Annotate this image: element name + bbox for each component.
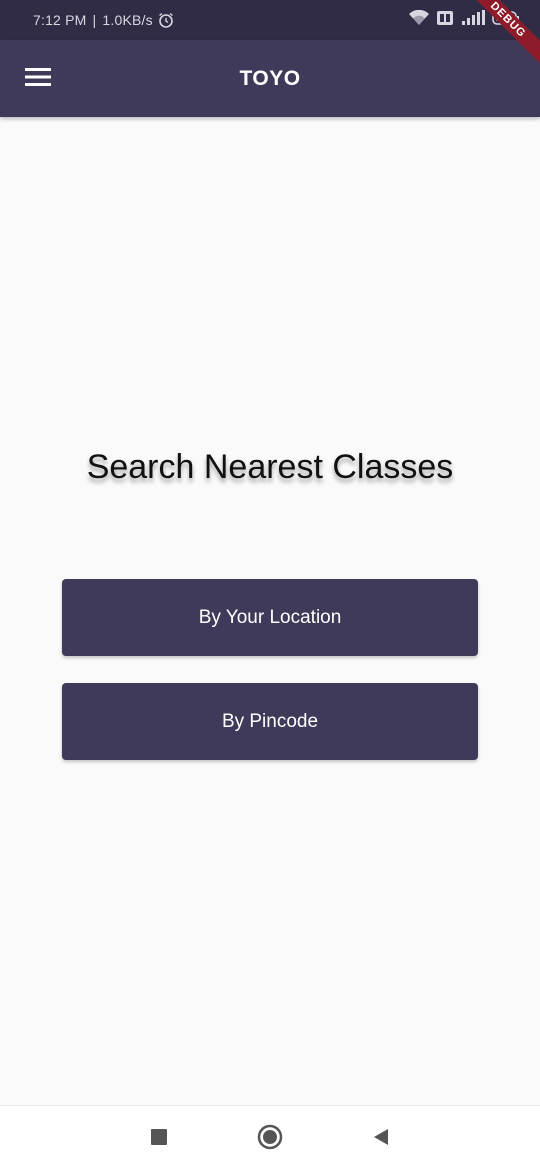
by-pincode-button[interactable]: By Pincode bbox=[62, 683, 478, 760]
recents-square-icon bbox=[150, 1128, 168, 1151]
recents-button[interactable] bbox=[146, 1126, 172, 1152]
back-button[interactable] bbox=[368, 1126, 394, 1152]
by-location-button[interactable]: By Your Location bbox=[62, 579, 478, 656]
status-time: 7:12 PM bbox=[33, 12, 87, 28]
vo-lte-icon bbox=[436, 10, 454, 31]
app-title: TOYO bbox=[239, 67, 301, 90]
back-triangle-icon bbox=[371, 1127, 391, 1152]
wifi-icon bbox=[408, 9, 430, 31]
home-circle-icon bbox=[257, 1124, 283, 1155]
system-nav-bar bbox=[0, 1105, 540, 1171]
status-bar: 7:12 PM | 1.0KB/s bbox=[0, 0, 540, 40]
home-button[interactable] bbox=[257, 1124, 283, 1155]
status-left: 7:12 PM | 1.0KB/s bbox=[33, 0, 174, 40]
app-bar: TOYO bbox=[0, 40, 540, 117]
signal-icon bbox=[460, 9, 486, 31]
alarm-icon bbox=[158, 12, 174, 28]
page-headline: Search Nearest Classes bbox=[86, 448, 454, 486]
status-network-speed: 1.0KB/s bbox=[102, 12, 153, 28]
status-separator: | bbox=[92, 12, 97, 28]
